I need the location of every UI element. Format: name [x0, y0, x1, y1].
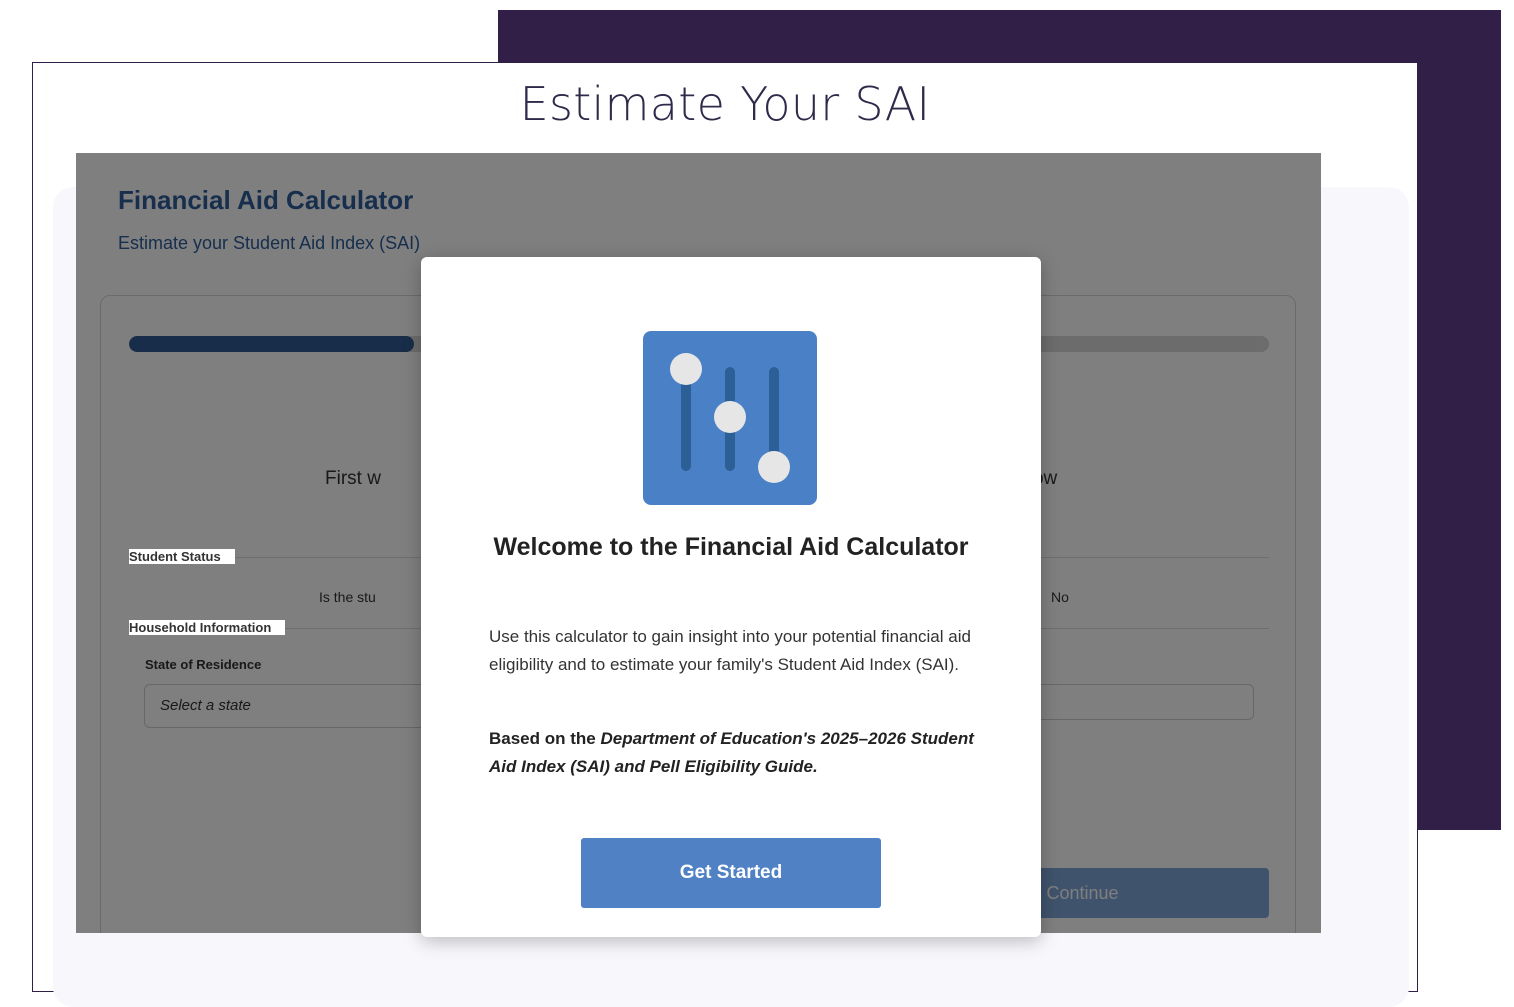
source-prefix: Based on the: [489, 729, 601, 748]
get-started-button[interactable]: Get Started: [581, 838, 881, 908]
modal-source-note: Based on the Department of Education's 2…: [489, 725, 979, 781]
welcome-modal: Welcome to the Financial Aid Calculator …: [421, 257, 1041, 937]
sliders-icon: [643, 331, 817, 505]
modal-description: Use this calculator to gain insight into…: [489, 627, 971, 674]
section-label-student-status: Student Status: [129, 549, 235, 564]
modal-title: Welcome to the Financial Aid Calculator: [493, 533, 969, 561]
section-label-household: Household Information: [129, 620, 286, 635]
page-title: Estimate Your SAI: [519, 77, 931, 131]
